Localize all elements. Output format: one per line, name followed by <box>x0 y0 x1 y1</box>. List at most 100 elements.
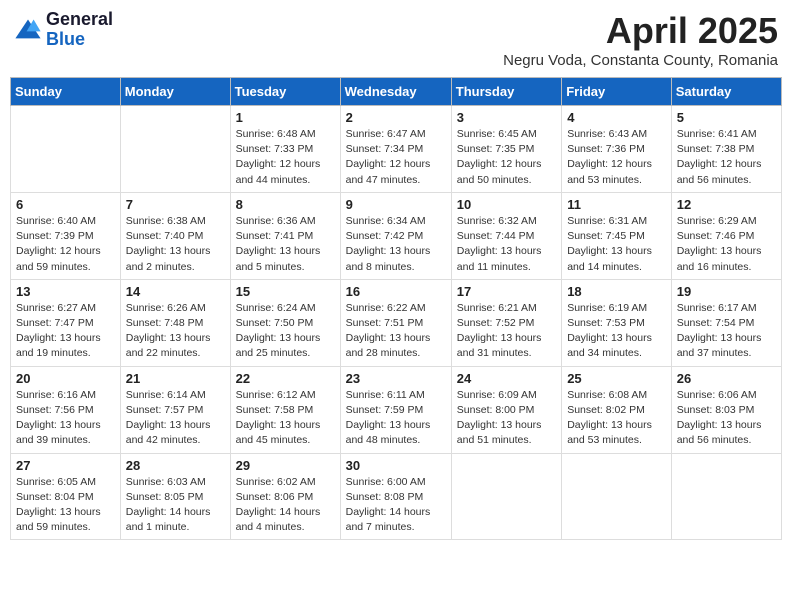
calendar-cell: 9 Sunrise: 6:34 AMSunset: 7:42 PMDaylight… <box>340 192 451 279</box>
calendar-cell: 27Sunrise: 6:05 AMSunset: 8:04 PMDayligh… <box>11 453 121 540</box>
day-number: 6 <box>16 197 115 212</box>
day-info: Sunrise: 6:00 AMSunset: 8:08 PMDaylight:… <box>346 475 446 536</box>
day-info: Sunrise: 6:27 AMSunset: 7:47 PMDaylight:… <box>16 301 115 362</box>
calendar-cell: 13 Sunrise: 6:27 AMSunset: 7:47 PMDayligh… <box>11 279 121 366</box>
calendar-body: 1 Sunrise: 6:48 AMSunset: 7:33 PMDaylight… <box>11 106 782 540</box>
calendar-row: 6Sunrise: 6:40 AMSunset: 7:39 PMDaylight… <box>11 192 782 279</box>
day-info: Sunrise: 6:26 AMSunset: 7:48 PMDaylight:… <box>126 301 225 362</box>
calendar-cell: 3 Sunrise: 6:45 AMSunset: 7:35 PMDaylight… <box>451 106 561 193</box>
day-number: 12 <box>677 197 776 212</box>
calendar-cell: 17Sunrise: 6:21 AMSunset: 7:52 PMDayligh… <box>451 279 561 366</box>
day-info: Sunrise: 6:17 AMSunset: 7:54 PMDaylight:… <box>677 301 776 362</box>
calendar-cell: 28 Sunrise: 6:03 AMSunset: 8:05 PMDayligh… <box>120 453 230 540</box>
day-info: Sunrise: 6:47 AMSunset: 7:34 PMDaylight:… <box>346 127 446 188</box>
day-info: Sunrise: 6:48 AMSunset: 7:33 PMDaylight:… <box>236 127 335 188</box>
day-number: 3 <box>457 110 556 125</box>
day-info: Sunrise: 6:14 AMSunset: 7:57 PMDaylight:… <box>126 388 225 449</box>
day-info: Sunrise: 6:34 AMSunset: 7:42 PMDaylight:… <box>346 214 446 275</box>
header-cell-wednesday: Wednesday <box>340 78 451 106</box>
day-info: Sunrise: 6:43 AMSunset: 7:36 PMDaylight:… <box>567 127 666 188</box>
day-number: 16 <box>346 284 446 299</box>
calendar-row: 13 Sunrise: 6:27 AMSunset: 7:47 PMDayligh… <box>11 279 782 366</box>
day-info: Sunrise: 6:02 AMSunset: 8:06 PMDaylight:… <box>236 475 335 536</box>
day-number: 11 <box>567 197 666 212</box>
day-info: Sunrise: 6:16 AMSunset: 7:56 PMDaylight:… <box>16 388 115 449</box>
day-number: 8 <box>236 197 335 212</box>
header-cell-monday: Monday <box>120 78 230 106</box>
calendar-row: 20 Sunrise: 6:16 AMSunset: 7:56 PMDayligh… <box>11 366 782 453</box>
header-cell-saturday: Saturday <box>671 78 781 106</box>
day-info: Sunrise: 6:06 AMSunset: 8:03 PMDaylight:… <box>677 388 776 449</box>
calendar-cell: 6Sunrise: 6:40 AMSunset: 7:39 PMDaylight… <box>11 192 121 279</box>
day-info: Sunrise: 6:45 AMSunset: 7:35 PMDaylight:… <box>457 127 556 188</box>
day-number: 29 <box>236 458 335 473</box>
logo-icon <box>14 16 42 44</box>
header-cell-thursday: Thursday <box>451 78 561 106</box>
calendar-cell <box>120 106 230 193</box>
day-info: Sunrise: 6:11 AMSunset: 7:59 PMDaylight:… <box>346 388 446 449</box>
calendar-cell: 16 Sunrise: 6:22 AMSunset: 7:51 PMDayligh… <box>340 279 451 366</box>
page-header: General Blue April 2025 Negru Voda, Cons… <box>10 10 782 69</box>
logo-blue: Blue <box>46 30 113 50</box>
calendar-cell: 20 Sunrise: 6:16 AMSunset: 7:56 PMDayligh… <box>11 366 121 453</box>
day-number: 26 <box>677 371 776 386</box>
day-info: Sunrise: 6:36 AMSunset: 7:41 PMDaylight:… <box>236 214 335 275</box>
day-number: 9 <box>346 197 446 212</box>
day-number: 1 <box>236 110 335 125</box>
day-info: Sunrise: 6:38 AMSunset: 7:40 PMDaylight:… <box>126 214 225 275</box>
day-info: Sunrise: 6:22 AMSunset: 7:51 PMDaylight:… <box>346 301 446 362</box>
day-info: Sunrise: 6:41 AMSunset: 7:38 PMDaylight:… <box>677 127 776 188</box>
calendar-header: SundayMondayTuesdayWednesdayThursdayFrid… <box>11 78 782 106</box>
location: Negru Voda, Constanta County, Romania <box>503 52 778 69</box>
day-number: 15 <box>236 284 335 299</box>
logo-general: General <box>46 10 113 30</box>
day-info: Sunrise: 6:32 AMSunset: 7:44 PMDaylight:… <box>457 214 556 275</box>
day-number: 13 <box>16 284 115 299</box>
day-info: Sunrise: 6:03 AMSunset: 8:05 PMDaylight:… <box>126 475 225 536</box>
calendar-cell: 7 Sunrise: 6:38 AMSunset: 7:40 PMDaylight… <box>120 192 230 279</box>
day-number: 17 <box>457 284 556 299</box>
calendar-table: SundayMondayTuesdayWednesdayThursdayFrid… <box>10 77 782 540</box>
calendar-cell: 1 Sunrise: 6:48 AMSunset: 7:33 PMDaylight… <box>230 106 340 193</box>
day-info: Sunrise: 6:24 AMSunset: 7:50 PMDaylight:… <box>236 301 335 362</box>
day-number: 30 <box>346 458 446 473</box>
calendar-cell: 29 Sunrise: 6:02 AMSunset: 8:06 PMDayligh… <box>230 453 340 540</box>
calendar-cell: 18 Sunrise: 6:19 AMSunset: 7:53 PMDayligh… <box>562 279 672 366</box>
title-block: April 2025 Negru Voda, Constanta County,… <box>503 10 778 69</box>
day-number: 20 <box>16 371 115 386</box>
calendar-cell: 10 Sunrise: 6:32 AMSunset: 7:44 PMDayligh… <box>451 192 561 279</box>
calendar-cell: 30 Sunrise: 6:00 AMSunset: 8:08 PMDayligh… <box>340 453 451 540</box>
day-number: 7 <box>126 197 225 212</box>
calendar-cell: 22Sunrise: 6:12 AMSunset: 7:58 PMDayligh… <box>230 366 340 453</box>
calendar-cell: 23 Sunrise: 6:11 AMSunset: 7:59 PMDayligh… <box>340 366 451 453</box>
day-number: 22 <box>236 371 335 386</box>
calendar-cell: 24 Sunrise: 6:09 AMSunset: 8:00 PMDayligh… <box>451 366 561 453</box>
day-number: 28 <box>126 458 225 473</box>
calendar-cell: 19Sunrise: 6:17 AMSunset: 7:54 PMDayligh… <box>671 279 781 366</box>
calendar-cell: 11 Sunrise: 6:31 AMSunset: 7:45 PMDayligh… <box>562 192 672 279</box>
day-number: 21 <box>126 371 225 386</box>
calendar-cell: 2 Sunrise: 6:47 AMSunset: 7:34 PMDaylight… <box>340 106 451 193</box>
day-number: 25 <box>567 371 666 386</box>
day-info: Sunrise: 6:09 AMSunset: 8:00 PMDaylight:… <box>457 388 556 449</box>
day-number: 2 <box>346 110 446 125</box>
logo: General Blue <box>14 10 113 50</box>
calendar-cell: 8 Sunrise: 6:36 AMSunset: 7:41 PMDaylight… <box>230 192 340 279</box>
calendar-cell <box>671 453 781 540</box>
calendar-cell: 21 Sunrise: 6:14 AMSunset: 7:57 PMDayligh… <box>120 366 230 453</box>
calendar-cell <box>562 453 672 540</box>
day-number: 23 <box>346 371 446 386</box>
day-number: 18 <box>567 284 666 299</box>
logo-text: General Blue <box>46 10 113 50</box>
day-info: Sunrise: 6:19 AMSunset: 7:53 PMDaylight:… <box>567 301 666 362</box>
day-number: 10 <box>457 197 556 212</box>
calendar-cell: 26 Sunrise: 6:06 AMSunset: 8:03 PMDayligh… <box>671 366 781 453</box>
header-row: SundayMondayTuesdayWednesdayThursdayFrid… <box>11 78 782 106</box>
calendar-row: 1 Sunrise: 6:48 AMSunset: 7:33 PMDaylight… <box>11 106 782 193</box>
day-info: Sunrise: 6:31 AMSunset: 7:45 PMDaylight:… <box>567 214 666 275</box>
calendar-cell: 12Sunrise: 6:29 AMSunset: 7:46 PMDayligh… <box>671 192 781 279</box>
day-number: 24 <box>457 371 556 386</box>
month-year: April 2025 <box>503 10 778 52</box>
day-number: 5 <box>677 110 776 125</box>
day-info: Sunrise: 6:05 AMSunset: 8:04 PMDaylight:… <box>16 475 115 536</box>
